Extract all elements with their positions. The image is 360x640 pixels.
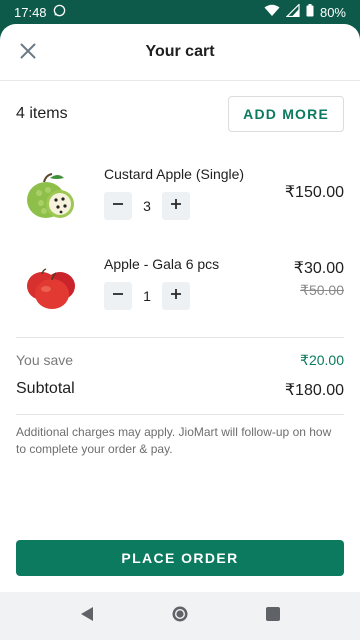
close-icon [20,43,36,64]
add-more-button[interactable]: ADD MORE [228,96,344,132]
close-button[interactable] [14,39,42,67]
savings-value: ₹20.00 [300,352,344,368]
page-title: Your cart [145,43,215,60]
system-nav-bar [0,592,360,640]
savings-row: You save ₹20.00 [16,352,344,369]
cart-header: Your cart [0,24,360,81]
decrease-button[interactable] [104,282,132,310]
battery-icon [306,4,314,20]
divider [16,414,344,415]
home-icon [171,605,189,628]
quantity-value: 1 [143,288,151,304]
whatsapp-icon [53,4,66,20]
signal-icon [285,3,300,20]
divider [16,337,344,338]
plus-icon [170,197,182,215]
nav-back-button[interactable] [67,596,107,636]
quantity-stepper: 1 [104,282,190,310]
decrease-button[interactable] [104,192,132,220]
minus-icon [112,197,124,215]
nav-recents-button[interactable] [253,596,293,636]
quantity-value: 3 [143,198,151,214]
status-left: 17:48 [14,4,66,20]
item-old-price: ₹50.00 [300,282,344,298]
status-time: 17:48 [14,4,47,20]
charges-note: Additional charges may apply. JioMart wi… [16,425,332,456]
plus-icon [170,287,182,305]
subtotal-row: Subtotal ₹180.00 [16,380,344,400]
item-price: ₹30.00 [293,260,344,277]
items-row: 4 items ADD MORE [16,96,344,132]
increase-button[interactable] [162,282,190,310]
cart-item: Custard Apple (Single) 3 ₹150.00 [16,160,344,240]
quantity-stepper: 3 [104,192,190,220]
place-order-button[interactable]: PLACE ORDER [16,540,344,576]
nav-home-button[interactable] [160,596,200,636]
item-name: Custard Apple (Single) [104,166,245,182]
increase-button[interactable] [162,192,190,220]
status-bar: 17:48 80% [0,0,360,24]
apple-gala-image[interactable] [22,256,80,314]
recents-icon [266,606,281,626]
cart-item: Apple - Gala 6 pcs 1 ₹30.00 ₹50.00 [16,250,344,330]
cart-sheet: Your cart 4 items ADD MORE Custard Apple… [0,24,360,592]
item-price: ₹150.00 [284,184,344,201]
subtotal-label: Subtotal [16,380,75,397]
item-name: Apple - Gala 6 pcs [104,256,220,272]
custard-apple-image[interactable] [22,166,80,224]
minus-icon [112,287,124,305]
wifi-icon [264,4,280,20]
battery-percent: 80% [319,4,346,20]
status-right: 80% [264,3,346,20]
subtotal-value: ₹180.00 [284,382,344,399]
items-count: 4 items [16,105,68,122]
savings-label: You save [16,352,74,368]
back-icon [80,606,94,627]
